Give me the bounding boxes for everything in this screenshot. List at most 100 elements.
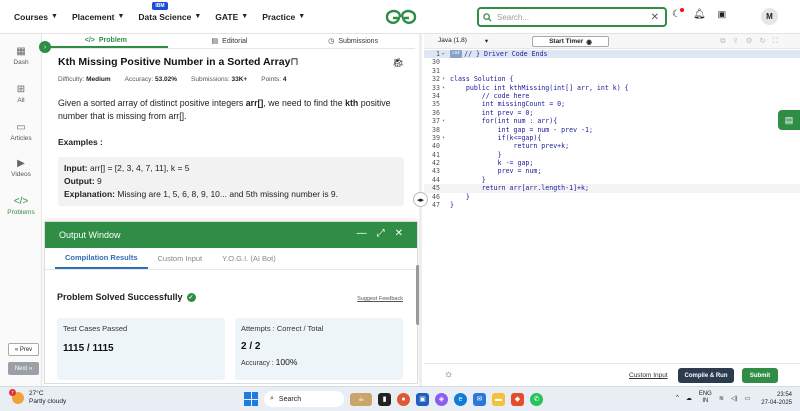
bookmark-icon[interactable]: ⊓: [290, 56, 298, 68]
whatsapp-icon[interactable]: ✆: [530, 392, 543, 406]
nav-placement[interactable]: Placement ▼: [72, 12, 124, 22]
taskbar-search[interactable]: ⌕ Search: [264, 391, 344, 407]
suggest-feedback-link[interactable]: Suggest Feedback: [357, 296, 403, 302]
battery-icon[interactable]: ▭: [745, 395, 751, 402]
code-line[interactable]: 36 int prev = 0;: [424, 109, 800, 117]
cloud-icon[interactable]: ☁: [686, 395, 692, 402]
tab-custom-input[interactable]: Custom Input: [148, 248, 213, 269]
fold-toggle-icon[interactable]: ▾: [442, 117, 450, 125]
rail-item-problems[interactable]: </> Problems: [0, 196, 42, 216]
compile-run-button[interactable]: Compile & Run: [678, 368, 734, 383]
task-view-icon[interactable]: ▮: [378, 392, 391, 406]
edge-icon[interactable]: e: [454, 392, 467, 406]
close-icon[interactable]: ✕: [395, 228, 403, 239]
code-line[interactable]: 37 ▾ for(int num : arr){: [424, 117, 800, 125]
gfg-logo-icon[interactable]: [385, 8, 417, 26]
line-number: 35: [432, 100, 440, 109]
code-line[interactable]: 31: [424, 67, 800, 75]
expand-rail-button[interactable]: ›: [39, 41, 51, 53]
clear-search-icon[interactable]: ✕: [651, 12, 659, 23]
fold-toggle-icon[interactable]: ▾: [442, 134, 450, 142]
rail-item-videos[interactable]: ▶ Videos: [0, 158, 42, 178]
copilot-icon[interactable]: ◈: [435, 392, 448, 406]
nav-courses[interactable]: Courses ▼: [14, 12, 58, 22]
maximize-icon[interactable]: ⤢: [377, 228, 385, 239]
windows-start-icon[interactable]: [244, 392, 258, 406]
language-select[interactable]: Java (1.8) ▾: [438, 37, 488, 45]
pane-splitter[interactable]: [419, 34, 422, 386]
theme-toggle-icon[interactable]: ☾: [672, 8, 684, 20]
code-line[interactable]: 39 ▾ if(k<=gap){: [424, 134, 800, 142]
code-line[interactable]: 43 prev = num;: [424, 167, 800, 175]
prev-button[interactable]: « Prev: [8, 343, 39, 356]
fold-toggle-icon[interactable]: ▾: [442, 84, 450, 92]
tab-editorial[interactable]: ▤ Editorial: [168, 34, 292, 48]
nav-gate[interactable]: GATE ▼: [215, 12, 248, 22]
copy-icon[interactable]: ⧉: [720, 36, 725, 46]
code-line[interactable]: 42 k -= gap;: [424, 159, 800, 167]
fold-toggle-icon[interactable]: ▾: [442, 75, 450, 83]
code-line[interactable]: 45 return arr[arr.length-1]+k;: [424, 184, 800, 193]
reset-icon[interactable]: ↻: [759, 36, 765, 46]
mail-icon[interactable]: ✉: [473, 392, 486, 406]
code-line[interactable]: 40 return prev+k;: [424, 142, 800, 150]
rail-item-all[interactable]: ⊞ All: [0, 84, 42, 104]
next-button[interactable]: Next »: [8, 362, 39, 375]
bug-report-icon[interactable]: 🐞︎: [392, 58, 405, 69]
export-icon[interactable]: ⇪: [732, 36, 738, 46]
weather-widget[interactable]: 7 27°C Partly cloudy: [9, 389, 66, 406]
code-line[interactable]: 46 }: [424, 193, 800, 201]
fold-toggle-icon[interactable]: ▸: [442, 50, 450, 58]
nav-data-science[interactable]: IBM Data Science ▼: [138, 1, 201, 22]
store-icon[interactable]: ▣: [416, 392, 429, 406]
nav-practice[interactable]: Practice ▼: [262, 12, 305, 22]
custom-input-link[interactable]: Custom Input: [629, 372, 668, 379]
example-explanation: Explanation: Missing are 1, 5, 6, 8, 9, …: [64, 188, 398, 201]
code-line[interactable]: 32 ▾ class Solution {: [424, 75, 800, 83]
example-input: Input: arr[] = [2, 3, 4, 7, 11], k = 5: [64, 162, 398, 175]
code-line[interactable]: 1 ▸ cmt// } Driver Code Ends: [424, 50, 800, 59]
line-number: 41: [432, 150, 440, 159]
folder-icon[interactable]: ▬: [492, 392, 505, 406]
example-label: Output:: [64, 176, 95, 186]
chat-fab-icon[interactable]: ▤: [778, 110, 800, 130]
attempts-value: 2 / 2: [241, 341, 261, 352]
code-line[interactable]: 30: [424, 58, 800, 66]
code-line[interactable]: 33 ▾ public int kthMissing(int[] arr, int…: [424, 84, 800, 92]
tab-yogi-ai-bot[interactable]: Y.O.G.I. (AI Bot): [212, 248, 286, 269]
code-editor[interactable]: 1 ▸ cmt// } Driver Code Ends 30 31 32 ▾ class S…: [424, 50, 800, 209]
code-line[interactable]: 34 // code here: [424, 92, 800, 100]
minimize-icon[interactable]: —: [357, 228, 367, 239]
language-indicator[interactable]: ENG IN: [699, 391, 712, 405]
code-line[interactable]: 47}: [424, 201, 800, 209]
code-line[interactable]: 41 }: [424, 151, 800, 159]
widget-app-icon[interactable]: ☕︎: [350, 392, 372, 406]
resize-handle-icon[interactable]: ◂▸: [413, 192, 428, 207]
settings-icon[interactable]: ⚙: [746, 36, 753, 46]
code-line[interactable]: 44 }: [424, 176, 800, 184]
rail-item-articles[interactable]: ▭ Articles: [0, 122, 42, 142]
tab-problem[interactable]: </> Problem: [44, 34, 168, 48]
tab-submissions[interactable]: ◷ Submissions: [291, 34, 415, 48]
rail-item-dash[interactable]: ▦ Dash: [0, 46, 42, 66]
start-timer-button[interactable]: Start Timer ◉: [532, 36, 609, 47]
search-input[interactable]: Search... ✕: [477, 7, 667, 27]
bell-icon[interactable]: 🔔︎: [693, 9, 706, 20]
code-line[interactable]: 38 int gap = num - prev -1;: [424, 126, 800, 134]
bulb-icon[interactable]: ☼: [444, 369, 453, 380]
difficulty: Difficulty: Medium: [58, 76, 111, 83]
wifi-icon[interactable]: ≋: [719, 395, 724, 402]
code-line[interactable]: 35 int missingCount = 0;: [424, 100, 800, 108]
collapsed-region-icon[interactable]: cmt: [450, 50, 463, 59]
brave-icon[interactable]: ◆: [511, 392, 524, 406]
profile-card-icon[interactable]: ▣: [718, 9, 727, 20]
volume-icon[interactable]: ◁): [731, 395, 738, 402]
fullscreen-icon[interactable]: ⛶: [773, 36, 778, 46]
avatar[interactable]: M: [761, 8, 778, 25]
taskbar-search-label: Search: [278, 395, 302, 403]
chevron-up-icon[interactable]: ^: [676, 395, 679, 401]
chrome-icon[interactable]: ●: [397, 392, 410, 406]
clock[interactable]: 23:54 27-04-2025: [760, 391, 792, 407]
submit-button[interactable]: Submit: [742, 368, 778, 383]
tab-compilation-results[interactable]: Compilation Results: [55, 248, 148, 269]
